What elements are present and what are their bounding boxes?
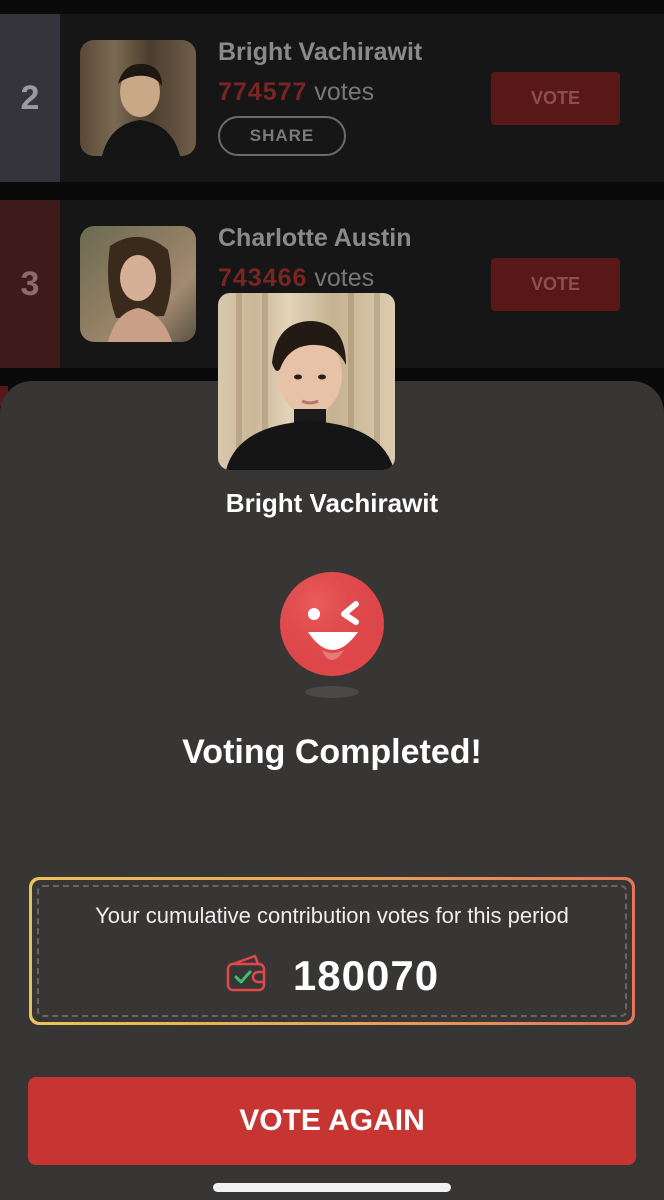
contribution-label: Your cumulative contribution votes for t… bbox=[95, 903, 569, 928]
vote-count-unit: votes bbox=[314, 264, 375, 292]
vote-count: 774577 votes bbox=[218, 78, 374, 107]
candidate-thumbnail[interactable] bbox=[80, 40, 196, 156]
candidate-name: Bright Vachirawit bbox=[218, 38, 423, 66]
rank-number: 3 bbox=[0, 200, 60, 368]
winking-face-icon bbox=[278, 570, 386, 705]
candidate-photo bbox=[218, 293, 395, 470]
completion-title: Voting Completed! bbox=[182, 733, 482, 771]
vote-count-number: 743466 bbox=[218, 264, 308, 292]
vote-again-button[interactable]: VOTE AGAIN bbox=[28, 1077, 636, 1165]
rank-number: 2 bbox=[0, 14, 60, 182]
vote-button[interactable]: VOTE bbox=[491, 72, 620, 125]
candidate-name: Charlotte Austin bbox=[218, 224, 412, 252]
home-indicator[interactable] bbox=[213, 1183, 451, 1192]
contribution-value: 180070 bbox=[292, 952, 440, 999]
vote-count: 743466 votes bbox=[218, 264, 374, 293]
vote-ticket-icon bbox=[225, 954, 269, 999]
ranking-row: 2 Bright Vachirawit 774577 votes SHARE V… bbox=[0, 14, 664, 182]
share-button[interactable]: SHARE bbox=[218, 116, 346, 156]
candidate-thumbnail[interactable] bbox=[80, 226, 196, 342]
candidate-name: Bright Vachirawit bbox=[225, 488, 439, 518]
vote-count-unit: votes bbox=[314, 78, 375, 106]
contribution-box: Your cumulative contribution votes for t… bbox=[29, 877, 635, 1025]
vote-button[interactable]: VOTE bbox=[491, 258, 620, 311]
vote-count-number: 774577 bbox=[218, 78, 308, 106]
